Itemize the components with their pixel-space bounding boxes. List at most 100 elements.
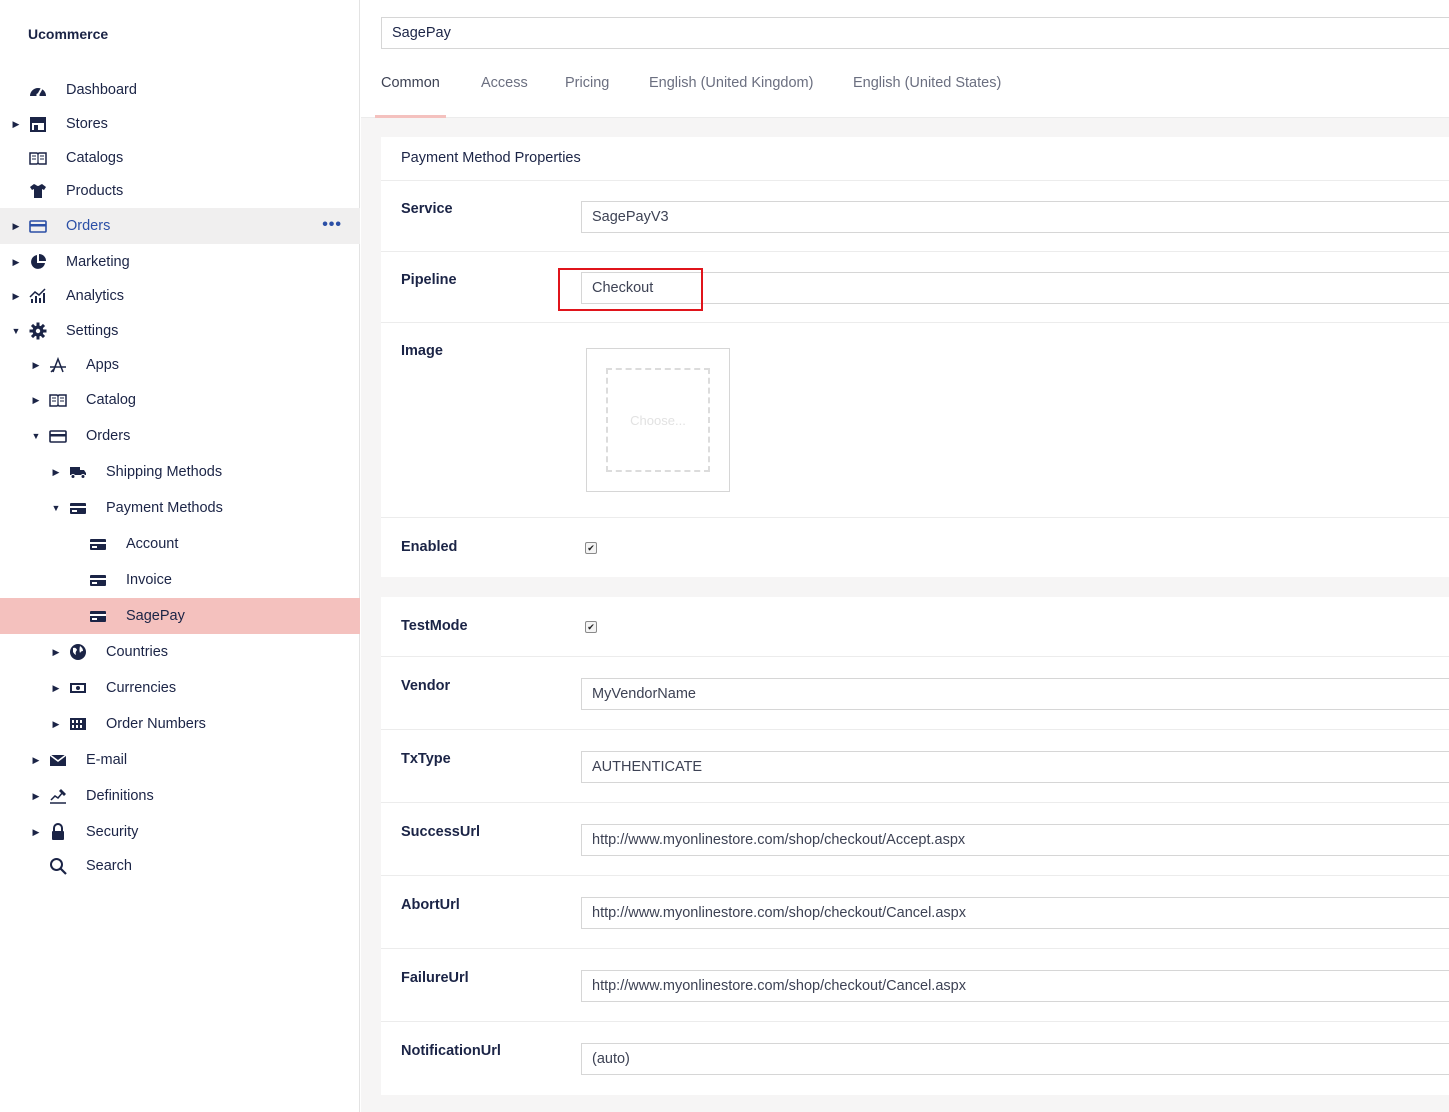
tab-common[interactable]: Common	[375, 60, 446, 118]
sidebar-item-label: Shipping Methods	[106, 464, 223, 480]
sidebar-item-account[interactable]: Account	[0, 526, 360, 562]
sidebar-item-label: Orders	[66, 218, 111, 234]
expand-arrow-icon[interactable]: ▶	[11, 119, 21, 130]
sidebar-item-sagepay[interactable]: SagePay	[0, 598, 360, 634]
sidebar-item-security[interactable]: ▶ Security	[0, 814, 360, 850]
expand-arrow-icon[interactable]: ▶	[11, 291, 21, 302]
sidebar-item-dashboard[interactable]: Dashboard	[0, 72, 360, 108]
tab-label: Common	[381, 75, 440, 91]
sidebar-item-label: SagePay	[126, 608, 185, 624]
image-picker[interactable]: Choose...	[586, 348, 730, 492]
sidebar-item-label: Invoice	[126, 572, 172, 588]
sidebar-item-label: Marketing	[66, 254, 130, 270]
tab-label: English (United Kingdom)	[649, 75, 814, 91]
sidebar-item-orders[interactable]: ▶ Orders •••	[0, 208, 360, 244]
expand-arrow-icon[interactable]: ▶	[31, 827, 41, 838]
sidebar-item-label: Apps	[86, 357, 120, 373]
sidebar-item-email[interactable]: ▶ E-mail	[0, 742, 360, 778]
collapse-arrow-icon[interactable]: ▼	[11, 326, 21, 336]
collapse-arrow-icon[interactable]: ▼	[31, 431, 41, 441]
sidebar-item-catalog[interactable]: ▶ Catalog	[0, 382, 360, 418]
expand-arrow-icon[interactable]: ▶	[51, 719, 61, 730]
definitions-icon	[48, 787, 68, 805]
sidebar-item-shipping-methods[interactable]: ▶ Shipping Methods	[0, 454, 360, 490]
card-icon	[88, 607, 108, 625]
testmode-label: TestMode	[401, 618, 468, 634]
sidebar-item-settings-orders[interactable]: ▼ Orders	[0, 418, 360, 454]
enabled-checkbox[interactable]: ✔	[585, 542, 597, 554]
sidebar-item-label: Account	[126, 536, 179, 552]
sidebar-item-definitions[interactable]: ▶ Definitions	[0, 778, 360, 814]
envelope-icon	[48, 751, 68, 769]
testmode-row: TestMode ✔	[381, 597, 1449, 657]
tshirt-icon	[28, 182, 48, 200]
globe-icon	[68, 643, 88, 661]
expand-arrow-icon[interactable]: ▶	[51, 467, 61, 478]
sidebar-item-stores[interactable]: ▶ Stores	[0, 106, 360, 142]
notificationurl-input[interactable]	[581, 1043, 1449, 1075]
sidebar-item-marketing[interactable]: ▶ Marketing	[0, 244, 360, 280]
sidebar-item-order-numbers[interactable]: ▶ Order Numbers	[0, 706, 360, 742]
image-row: Image Choose...	[381, 323, 1449, 518]
vendor-input[interactable]	[581, 678, 1449, 710]
card-icon	[28, 217, 48, 235]
collapse-arrow-icon[interactable]: ▼	[51, 503, 61, 513]
expand-arrow-icon[interactable]: ▶	[31, 791, 41, 802]
payment-method-properties-panel: Payment Method Properties Service Pipeli…	[381, 137, 1449, 577]
successurl-row: SuccessUrl	[381, 803, 1449, 876]
sidebar-item-catalogs[interactable]: Catalogs	[0, 140, 360, 176]
successurl-input[interactable]	[581, 824, 1449, 856]
pie-icon	[28, 253, 48, 271]
sidebar-item-apps[interactable]: ▶ Apps	[0, 347, 360, 383]
expand-arrow-icon[interactable]: ▶	[11, 257, 21, 268]
active-tab-indicator	[375, 115, 446, 118]
expand-arrow-icon[interactable]: ▶	[51, 683, 61, 694]
pipeline-select[interactable]	[581, 272, 1449, 304]
name-input[interactable]	[381, 17, 1449, 49]
money-icon	[68, 679, 88, 697]
sidebar-item-label: Definitions	[86, 788, 154, 804]
tab-english-uk[interactable]: English (United Kingdom)	[649, 60, 813, 118]
expand-arrow-icon[interactable]: ▶	[11, 221, 21, 232]
pipeline-row: Pipeline	[381, 252, 1449, 323]
expand-arrow-icon[interactable]: ▶	[31, 360, 41, 371]
sidebar-item-search[interactable]: Search	[0, 848, 360, 884]
vendor-row: Vendor	[381, 657, 1449, 730]
txtype-input[interactable]	[581, 751, 1449, 783]
sidebar-item-products[interactable]: Products	[0, 173, 360, 209]
notificationurl-label: NotificationUrl	[401, 1043, 501, 1059]
sidebar-item-currencies[interactable]: ▶ Currencies	[0, 670, 360, 706]
sidebar-item-label: Products	[66, 183, 124, 199]
pipeline-label: Pipeline	[401, 272, 457, 288]
tab-english-us[interactable]: English (United States)	[853, 60, 1001, 118]
failureurl-row: FailureUrl	[381, 949, 1449, 1022]
expand-arrow-icon[interactable]: ▶	[31, 395, 41, 406]
sidebar-item-payment-methods[interactable]: ▼ Payment Methods	[0, 490, 360, 526]
sidebar-item-label: Order Numbers	[106, 716, 206, 732]
tab-access[interactable]: Access	[481, 60, 528, 118]
sidebar: Ucommerce Dashboard ▶ Stores Catalogs Pr…	[0, 0, 360, 1112]
store-icon	[28, 115, 48, 133]
sidebar-item-label: Payment Methods	[106, 500, 223, 516]
expand-arrow-icon[interactable]: ▶	[51, 647, 61, 658]
numbers-icon	[68, 715, 88, 733]
aborturl-row: AbortUrl	[381, 876, 1449, 949]
aborturl-input[interactable]	[581, 897, 1449, 929]
search-icon	[48, 857, 68, 875]
truck-icon	[68, 463, 88, 481]
sidebar-item-countries[interactable]: ▶ Countries	[0, 634, 360, 670]
more-options-icon[interactable]: •••	[322, 217, 342, 233]
testmode-checkbox[interactable]: ✔	[585, 621, 597, 633]
sidebar-item-label: Stores	[66, 116, 108, 132]
service-select[interactable]	[581, 201, 1449, 233]
sidebar-item-settings[interactable]: ▼ Settings	[0, 313, 360, 349]
card-icon	[68, 499, 88, 517]
panel-heading: Payment Method Properties	[381, 137, 1449, 181]
tab-pricing[interactable]: Pricing	[565, 60, 609, 118]
failureurl-input[interactable]	[581, 970, 1449, 1002]
expand-arrow-icon[interactable]: ▶	[31, 755, 41, 766]
sidebar-item-invoice[interactable]: Invoice	[0, 562, 360, 598]
sidebar-item-analytics[interactable]: ▶ Analytics	[0, 278, 360, 314]
txtype-row: TxType	[381, 730, 1449, 803]
image-choose-placeholder[interactable]: Choose...	[606, 368, 710, 472]
